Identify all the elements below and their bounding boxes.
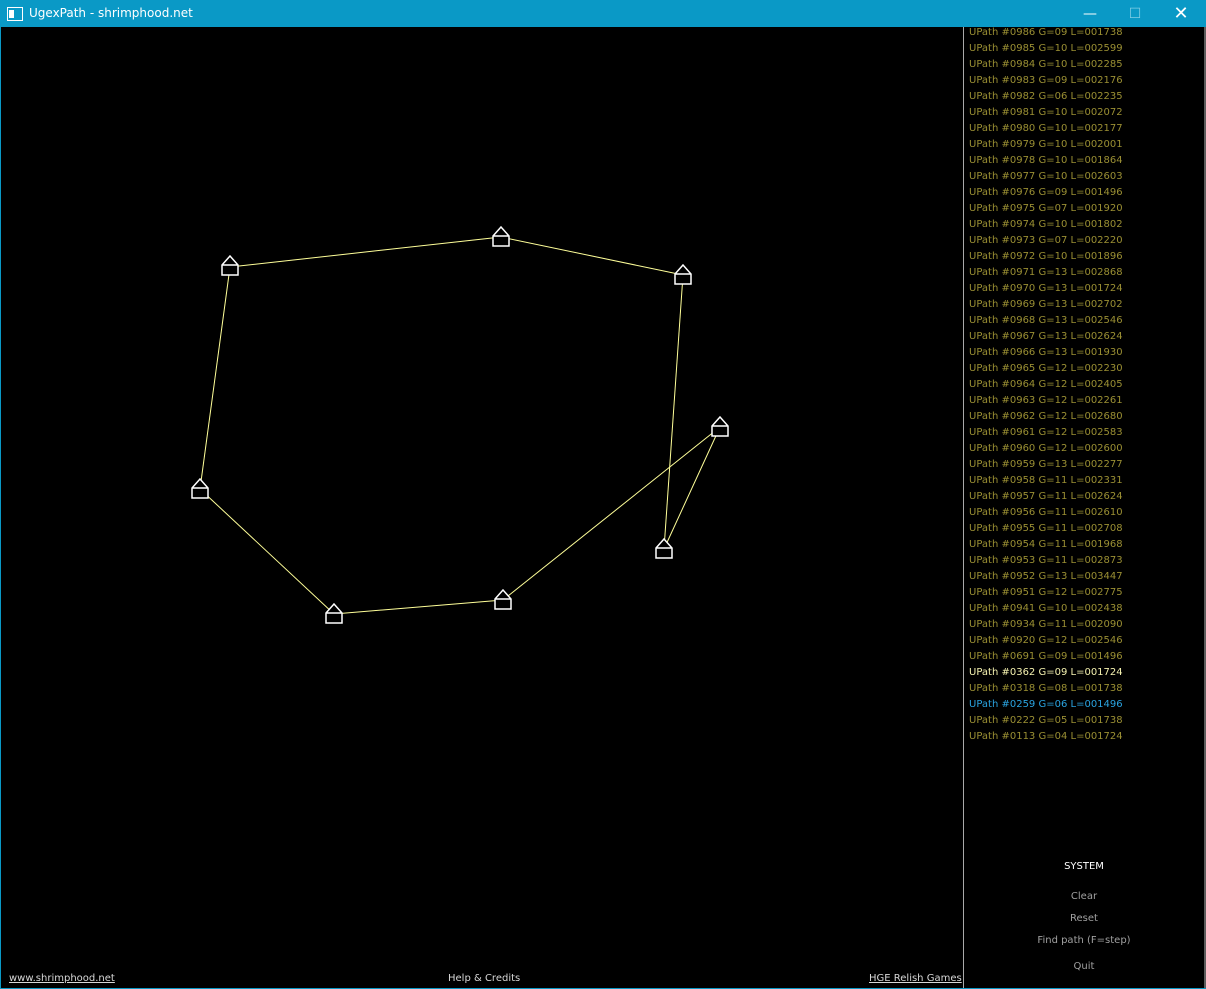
path-nodes[interactable] <box>191 225 729 624</box>
path-list-item[interactable]: UPath #0964 G=12 L=002405 <box>969 379 1123 390</box>
app-window: UgexPath - shrimphood.net — ☐ ✕ www.shri… <box>0 0 1206 989</box>
path-list-item[interactable]: UPath #0962 G=12 L=002680 <box>969 411 1123 422</box>
window-title: UgexPath - shrimphood.net <box>29 6 193 20</box>
minimize-button[interactable]: — <box>1067 1 1113 27</box>
path-list-item[interactable]: UPath #0959 G=13 L=002277 <box>969 459 1123 470</box>
path-list-item[interactable]: UPath #0972 G=10 L=001896 <box>969 251 1123 262</box>
house-node-icon[interactable] <box>674 263 692 285</box>
path-list-item[interactable]: UPath #0975 G=07 L=001920 <box>969 203 1123 214</box>
shrimphood-link[interactable]: www.shrimphood.net <box>9 973 115 984</box>
path-list-item[interactable]: UPath #0982 G=06 L=002235 <box>969 91 1123 102</box>
path-list-item[interactable]: UPath #0952 G=13 L=003447 <box>969 571 1123 582</box>
path-list-panel: UPath #0986 G=09 L=001738 UPath #0985 G=1… <box>964 27 1204 988</box>
path-list-item[interactable]: UPath #0971 G=13 L=002868 <box>969 267 1123 278</box>
path-list-item[interactable]: UPath #0222 G=05 L=001738 <box>969 715 1123 726</box>
path-list-item[interactable]: UPath #0954 G=11 L=001968 <box>969 539 1123 550</box>
quit-button[interactable]: Quit <box>964 961 1204 972</box>
path-list-item[interactable]: UPath #0963 G=12 L=002261 <box>969 395 1123 406</box>
path-list-item[interactable]: UPath #0986 G=09 L=001738 <box>969 27 1123 38</box>
house-node-icon[interactable] <box>711 415 729 437</box>
path-list-item[interactable]: UPath #0974 G=10 L=001802 <box>969 219 1123 230</box>
house-node-icon[interactable] <box>325 602 343 624</box>
house-node-icon[interactable] <box>494 588 512 610</box>
find-path-button[interactable]: Find path (F=step) <box>964 935 1204 946</box>
path-list-item[interactable]: UPath #0951 G=12 L=002775 <box>969 587 1123 598</box>
hge-relish-link[interactable]: HGE Relish Games <box>869 973 962 984</box>
path-list-item[interactable]: UPath #0956 G=11 L=002610 <box>969 507 1123 518</box>
house-node-icon[interactable] <box>191 477 209 499</box>
path-edge <box>500 236 684 276</box>
path-list-item[interactable]: UPath #0961 G=12 L=002583 <box>969 427 1123 438</box>
path-list-item[interactable]: UPath #0979 G=10 L=002001 <box>969 139 1123 150</box>
path-list-item[interactable]: UPath #0362 G=09 L=001724 <box>969 667 1123 678</box>
path-list-item[interactable]: UPath #0934 G=11 L=002090 <box>969 619 1123 630</box>
path-list-item[interactable]: UPath #0957 G=11 L=002624 <box>969 491 1123 502</box>
app-icon <box>7 7 23 21</box>
path-list-item[interactable]: UPath #0977 G=10 L=002603 <box>969 171 1123 182</box>
path-edge <box>663 274 684 550</box>
help-credits-link[interactable]: Help & Credits <box>448 973 520 984</box>
path-list-item[interactable]: UPath #0985 G=10 L=002599 <box>969 43 1123 54</box>
clear-button[interactable]: Clear <box>964 891 1204 902</box>
path-edge <box>229 236 502 268</box>
path-list-item[interactable]: UPath #0955 G=11 L=002708 <box>969 523 1123 534</box>
path-list-item[interactable]: UPath #0259 G=06 L=001496 <box>969 699 1123 710</box>
path-edge <box>502 426 721 601</box>
path-list-item[interactable]: UPath #0958 G=11 L=002331 <box>969 475 1123 486</box>
path-list-item[interactable]: UPath #0965 G=12 L=002230 <box>969 363 1123 374</box>
path-edge <box>199 488 335 615</box>
path-list-item[interactable]: UPath #0983 G=09 L=002176 <box>969 75 1123 86</box>
path-list-item[interactable]: UPath #0981 G=10 L=002072 <box>969 107 1123 118</box>
path-list-item[interactable]: UPath #0691 G=09 L=001496 <box>969 651 1123 662</box>
maximize-button[interactable]: ☐ <box>1112 1 1158 27</box>
path-list-item[interactable]: UPath #0980 G=10 L=002177 <box>969 123 1123 134</box>
house-node-icon[interactable] <box>492 225 510 247</box>
path-list-item[interactable]: UPath #0973 G=07 L=002220 <box>969 235 1123 246</box>
path-list-item[interactable]: UPath #0920 G=12 L=002546 <box>969 635 1123 646</box>
path-list-item[interactable]: UPath #0113 G=04 L=001724 <box>969 731 1123 742</box>
path-edge <box>199 266 231 490</box>
house-node-icon[interactable] <box>221 254 239 276</box>
path-list-item[interactable]: UPath #0976 G=09 L=001496 <box>969 187 1123 198</box>
system-heading: SYSTEM <box>1064 861 1104 872</box>
path-list-item[interactable]: UPath #0967 G=13 L=002624 <box>969 331 1123 342</box>
path-list-item[interactable]: UPath #0941 G=10 L=002438 <box>969 603 1123 614</box>
path-edge <box>333 599 504 615</box>
path-edges <box>199 236 721 615</box>
path-list-item[interactable]: UPath #0960 G=12 L=002600 <box>969 443 1123 454</box>
path-list-item[interactable]: UPath #0318 G=08 L=001738 <box>969 683 1123 694</box>
close-button[interactable]: ✕ <box>1158 1 1204 27</box>
path-list-item[interactable]: UPath #0966 G=13 L=001930 <box>969 347 1123 358</box>
house-node-icon[interactable] <box>655 537 673 559</box>
title-bar[interactable]: UgexPath - shrimphood.net — ☐ ✕ <box>1 1 1205 27</box>
graph-canvas[interactable]: www.shrimphood.net Help & Credits HGE Re… <box>3 27 963 988</box>
path-list-item[interactable]: UPath #0978 G=10 L=001864 <box>969 155 1123 166</box>
path-edge <box>663 426 721 550</box>
path-list-item[interactable]: UPath #0970 G=13 L=001724 <box>969 283 1123 294</box>
path-list-item[interactable]: UPath #0984 G=10 L=002285 <box>969 59 1123 70</box>
path-list-item[interactable]: UPath #0953 G=11 L=002873 <box>969 555 1123 566</box>
path-list-item[interactable]: UPath #0968 G=13 L=002546 <box>969 315 1123 326</box>
path-list-item[interactable]: UPath #0969 G=13 L=002702 <box>969 299 1123 310</box>
path-graph[interactable] <box>3 27 963 988</box>
reset-button[interactable]: Reset <box>964 913 1204 924</box>
